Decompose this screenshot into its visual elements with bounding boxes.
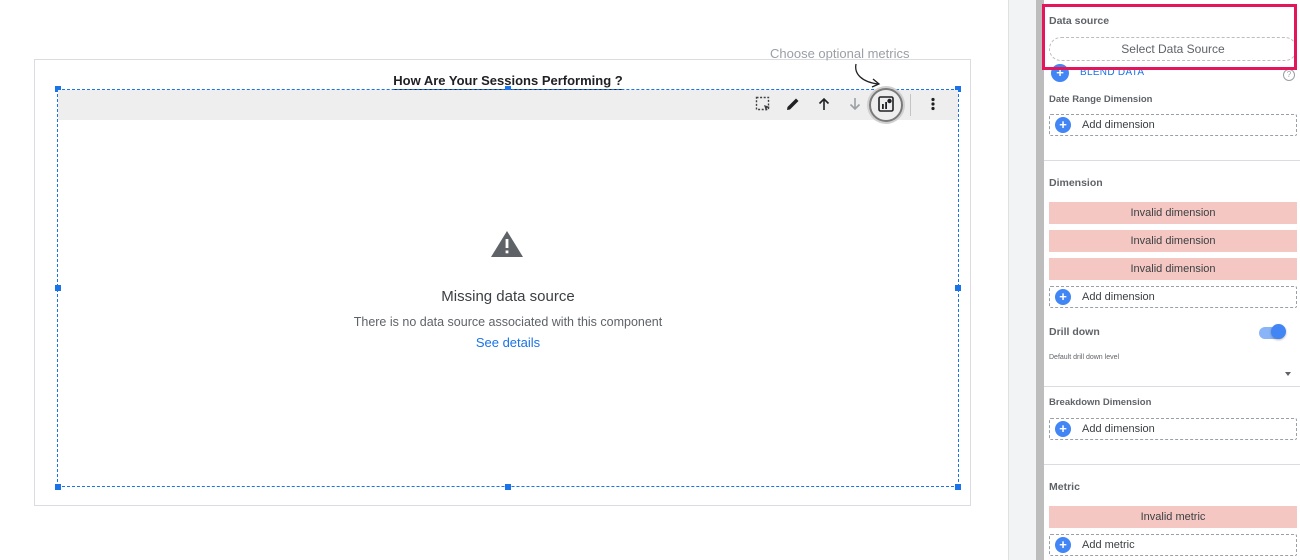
error-title: Missing data source <box>441 288 575 305</box>
annotation-label: Choose optional metrics <box>770 46 910 61</box>
dimension-label: Dimension <box>1049 177 1103 189</box>
panel-scrollbar[interactable] <box>1036 0 1044 560</box>
see-details-link[interactable]: See details <box>58 335 958 350</box>
add-dimension-label: Add dimension <box>1082 119 1155 131</box>
add-breakdown-dimension-button[interactable]: + Add dimension <box>1049 418 1297 440</box>
add-icon: + <box>1055 117 1071 133</box>
annotation-arrow-icon <box>855 63 881 88</box>
edit-pencil-icon[interactable] <box>782 93 804 115</box>
toolbar-divider <box>910 94 911 116</box>
add-icon: + <box>1055 537 1071 553</box>
metric-label: Metric <box>1049 481 1080 493</box>
properties-panel <box>1044 0 1300 560</box>
warning-icon <box>491 231 523 257</box>
add-dimension-label: Add dimension <box>1082 423 1155 435</box>
data-source-highlight <box>1042 4 1297 70</box>
date-range-dimension-label: Date Range Dimension <box>1049 94 1153 105</box>
drill-down-label: Drill down <box>1049 326 1100 338</box>
breakdown-dimension-label: Breakdown Dimension <box>1049 397 1152 408</box>
section-divider <box>1044 464 1300 465</box>
section-divider <box>1044 160 1300 161</box>
invalid-dimension-chip[interactable]: Invalid dimension <box>1049 202 1297 224</box>
section-divider <box>1044 386 1300 387</box>
add-metric-button[interactable]: + Add metric <box>1049 534 1297 556</box>
arrow-down-icon[interactable] <box>844 93 866 115</box>
invalid-dimension-chip[interactable]: Invalid dimension <box>1049 258 1297 280</box>
add-dimension-button[interactable]: + Add dimension <box>1049 286 1297 308</box>
arrow-up-icon[interactable] <box>813 93 835 115</box>
default-drill-down-level-label: Default drill down level <box>1049 354 1120 361</box>
add-icon: + <box>1055 421 1071 437</box>
resize-handle-bottom[interactable] <box>505 484 511 490</box>
dropdown-caret-icon[interactable] <box>1285 372 1291 376</box>
resize-handle-bottom-left[interactable] <box>55 484 61 490</box>
error-description: There is no data source associated with … <box>353 315 663 329</box>
invalid-metric-chip[interactable]: Invalid metric <box>1049 506 1297 528</box>
drill-down-toggle-knob[interactable] <box>1271 324 1286 339</box>
more-vert-icon[interactable] <box>922 93 944 115</box>
add-date-range-dimension-button[interactable]: + Add dimension <box>1049 114 1297 136</box>
drill-down-level-select[interactable] <box>1049 366 1297 382</box>
select-region-icon[interactable] <box>752 93 774 115</box>
add-icon: + <box>1055 289 1071 305</box>
invalid-dimension-chip[interactable]: Invalid dimension <box>1049 230 1297 252</box>
optional-metrics-icon[interactable] <box>875 93 897 115</box>
add-dimension-label: Add dimension <box>1082 291 1155 303</box>
add-metric-label: Add metric <box>1082 539 1135 551</box>
info-icon[interactable]: ? <box>1283 69 1295 81</box>
resize-handle-bottom-right[interactable] <box>955 484 961 490</box>
